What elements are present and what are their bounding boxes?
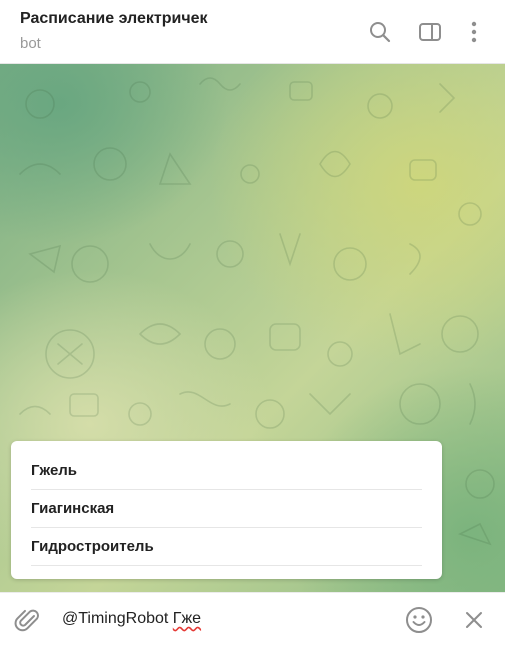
inline-suggestions-popup: Гжель Гиагинская Гидростроитель [11, 441, 442, 579]
attach-icon[interactable] [14, 607, 42, 635]
chat-header: Расписание электричек bot [0, 0, 505, 64]
suggestion-item[interactable]: Гиагинская [31, 490, 422, 528]
suggestion-item[interactable]: Гжель [31, 452, 422, 490]
message-input-query: Гже [172, 610, 202, 627]
suggestion-item[interactable]: Гидростроитель [31, 528, 422, 566]
chat-background: Гжель Гиагинская Гидростроитель [0, 64, 505, 592]
search-icon[interactable] [368, 20, 392, 44]
emoji-icon[interactable] [404, 605, 434, 635]
more-vertical-icon[interactable] [462, 20, 486, 44]
close-icon[interactable] [462, 608, 486, 632]
message-input[interactable]: @TimingRobot Гже [62, 610, 382, 628]
chat-subtitle: bot [20, 35, 41, 52]
sidebar-toggle-icon[interactable] [418, 20, 442, 44]
telegram-chat-window: Расписание электричек bot Гжель Гиагинск… [0, 0, 505, 647]
chat-title[interactable]: Расписание электричек [20, 10, 208, 28]
message-composer: @TimingRobot Гже [0, 592, 505, 647]
message-input-mention: @TimingRobot [62, 610, 173, 627]
